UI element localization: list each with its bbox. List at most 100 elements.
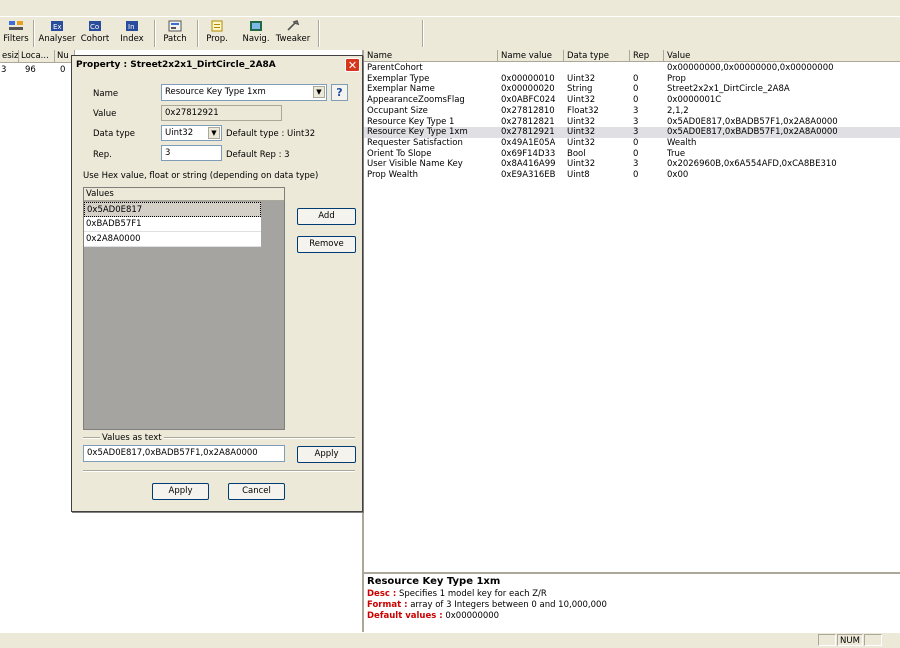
format-text: array of 3 Integers between 0 and 10,000… — [407, 600, 607, 610]
table-cell: 3 — [633, 159, 639, 170]
table-row[interactable]: Resource Key Type 1xm 0x27812921 Uint32 3 0x… — [364, 127, 900, 138]
patch-button[interactable]: Patch — [159, 20, 191, 48]
name-value: Resource Key Type 1xm — [165, 87, 266, 97]
filters-icon — [9, 21, 23, 30]
table-row[interactable]: ParentCohort 0x00000000,0x00000000,0x0000… — [364, 63, 900, 74]
values-as-text-label: Values as text — [100, 433, 164, 443]
apply-button[interactable]: Apply — [152, 483, 209, 500]
index-label: Index — [120, 34, 144, 44]
table-cell: Occupant Size — [367, 105, 428, 116]
table-cell: 0 — [633, 137, 639, 148]
apply-values-button[interactable]: Apply — [297, 446, 356, 463]
column-header-name[interactable]: Name — [364, 50, 498, 62]
list-item[interactable]: 0xBADB57F1 — [84, 217, 261, 232]
index-icon: In — [126, 21, 138, 31]
add-button[interactable]: Add — [297, 208, 356, 225]
table-row[interactable]: Exemplar Type 0x00000010 Uint32 0 Prop — [364, 74, 900, 85]
column-header-value[interactable]: Value — [664, 50, 900, 62]
data-type-dropdown[interactable]: Uint32 ▼ — [161, 125, 222, 141]
value-field[interactable]: 0x27812921 — [161, 105, 282, 121]
remove-button[interactable]: Remove — [297, 236, 356, 253]
menu-strip — [0, 0, 900, 17]
status-panel — [818, 634, 836, 646]
status-bar: NUM — [0, 632, 900, 648]
data-type-value: Uint32 — [165, 128, 194, 138]
data-type-label: Data type — [93, 129, 135, 139]
table-cell: True — [667, 148, 686, 159]
num-lock-indicator: NUM — [837, 634, 863, 646]
table-row[interactable]: Occupant Size 0x27812810 Float32 3 2,1,2 — [364, 106, 900, 117]
cohort-label: Cohort — [80, 34, 110, 44]
name-dropdown[interactable]: Resource Key Type 1xm ▼ — [161, 84, 327, 101]
desc-text: Specifies 1 model key for each Z/R — [396, 589, 547, 599]
navig-icon — [250, 21, 262, 31]
table-cell: 0x0ABFC024 — [501, 95, 556, 106]
table-row[interactable]: User Visible Name Key 0x8A416A99 Uint32 3 0x… — [364, 159, 900, 170]
property-table[interactable]: Name Name value Data type Rep Value Pare… — [364, 50, 900, 572]
table-cell: Uint32 — [567, 116, 596, 127]
dialog-titlebar[interactable]: Property : Street2x2x1_DirtCircle_2A8A ✕ — [72, 56, 362, 74]
table-cell: 0x69F14D33 — [501, 148, 556, 159]
analyser-button[interactable]: Ex Analyser — [38, 20, 76, 48]
rep-label: Rep. — [93, 150, 112, 160]
cohort-button[interactable]: Co Cohort — [79, 20, 111, 48]
prop-button[interactable]: Prop. — [202, 20, 232, 48]
table-cell: 3 — [633, 127, 639, 138]
prop-icon — [211, 20, 223, 32]
index-button[interactable]: In Index — [117, 20, 147, 48]
list-item[interactable]: 0x5AD0E817 — [84, 202, 261, 217]
values-list[interactable]: Values 0x5AD0E817 0xBADB57F1 0x2A8A0000 — [83, 187, 285, 430]
table-cell: 0x27812821 — [501, 116, 555, 127]
table-row[interactable]: AppearanceZoomsFlag 0x0ABFC024 Uint32 0 0x00… — [364, 95, 900, 106]
help-icon: ? — [336, 86, 343, 99]
navig-button[interactable]: Navig. — [240, 20, 272, 48]
column-header-rep[interactable]: Rep — [630, 50, 664, 62]
chevron-down-icon[interactable]: ▼ — [208, 127, 220, 139]
cancel-button[interactable]: Cancel — [228, 483, 285, 500]
table-cell: 0 — [633, 84, 639, 95]
column-header-data-type[interactable]: Data type — [564, 50, 630, 62]
table-cell: AppearanceZoomsFlag — [367, 95, 465, 106]
column-header-name-value[interactable]: Name value — [498, 50, 564, 62]
table-cell: Bool — [567, 148, 586, 159]
table-cell: Resource Key Type 1xm — [367, 127, 468, 138]
dialog-body: Name Resource Key Type 1xm ▼ ? Value 0x2… — [73, 75, 361, 510]
help-button[interactable]: ? — [331, 84, 348, 101]
table-cell: 0x5AD0E817,0xBADB57F1,0x2A8A0000 — [667, 127, 838, 138]
table-cell: 0x2026960B,0x6A554AFD,0xCA8BE310 — [667, 159, 837, 170]
values-header: Values — [84, 188, 284, 201]
chevron-down-icon[interactable]: ▼ — [313, 86, 325, 98]
table-cell: 0 — [633, 73, 639, 84]
navig-label: Navig. — [242, 34, 270, 44]
table-cell: 0x5AD0E817,0xBADB57F1,0x2A8A0000 — [667, 116, 838, 127]
description-panel: Resource Key Type 1xm Desc : Specifies 1… — [364, 572, 900, 634]
table-cell: Uint8 — [567, 170, 590, 180]
values-as-text-field[interactable]: 0x5AD0E817,0xBADB57F1,0x2A8A0000 — [83, 445, 285, 462]
list-item[interactable]: 0x2A8A0000 — [84, 232, 261, 247]
table-cell: Exemplar Type — [367, 73, 430, 84]
table-cell: 0x00 — [667, 170, 689, 180]
default-type-text: Default type : Uint32 — [226, 129, 316, 139]
table-row[interactable]: Exemplar Name 0x00000020 String 0 Street2x2x… — [364, 84, 900, 95]
dialog-title: Property : Street2x2x1_DirtCircle_2A8A — [76, 60, 276, 70]
filters-button[interactable]: Filters — [2, 20, 30, 48]
table-row[interactable]: Orient To Slope 0x69F14D33 Bool 0 True — [364, 149, 900, 160]
table-cell: 0xE9A316EB — [501, 170, 556, 180]
table-cell: 0x27812921 — [501, 127, 555, 138]
table-cell: Street2x2x1_DirtCircle_2A8A — [667, 84, 790, 95]
table-cell: 0 — [633, 95, 639, 106]
tweaker-icon — [287, 20, 300, 31]
table-row[interactable]: Prop Wealth 0xE9A316EB Uint8 0 0x00 — [364, 170, 900, 181]
table-row[interactable]: Resource Key Type 1 0x27812821 Uint32 3 0x5A… — [364, 117, 900, 128]
tweaker-button[interactable]: Tweaker — [275, 20, 311, 48]
format-label: Format : — [367, 600, 408, 610]
table-row[interactable]: Requester Satisfaction 0x49A1E05A Uint32 0 W… — [364, 138, 900, 149]
column-header-filesize[interactable]: esize — [0, 50, 19, 63]
toolbar-separator — [318, 20, 320, 47]
table-cell: 3 — [633, 116, 639, 127]
column-header-location[interactable]: Loca... — [19, 50, 55, 63]
rep-field[interactable]: 3 — [161, 145, 222, 161]
table-cell: 0x0000001C — [667, 95, 722, 106]
close-button[interactable]: ✕ — [345, 58, 360, 72]
table-cell: Float32 — [567, 105, 599, 116]
